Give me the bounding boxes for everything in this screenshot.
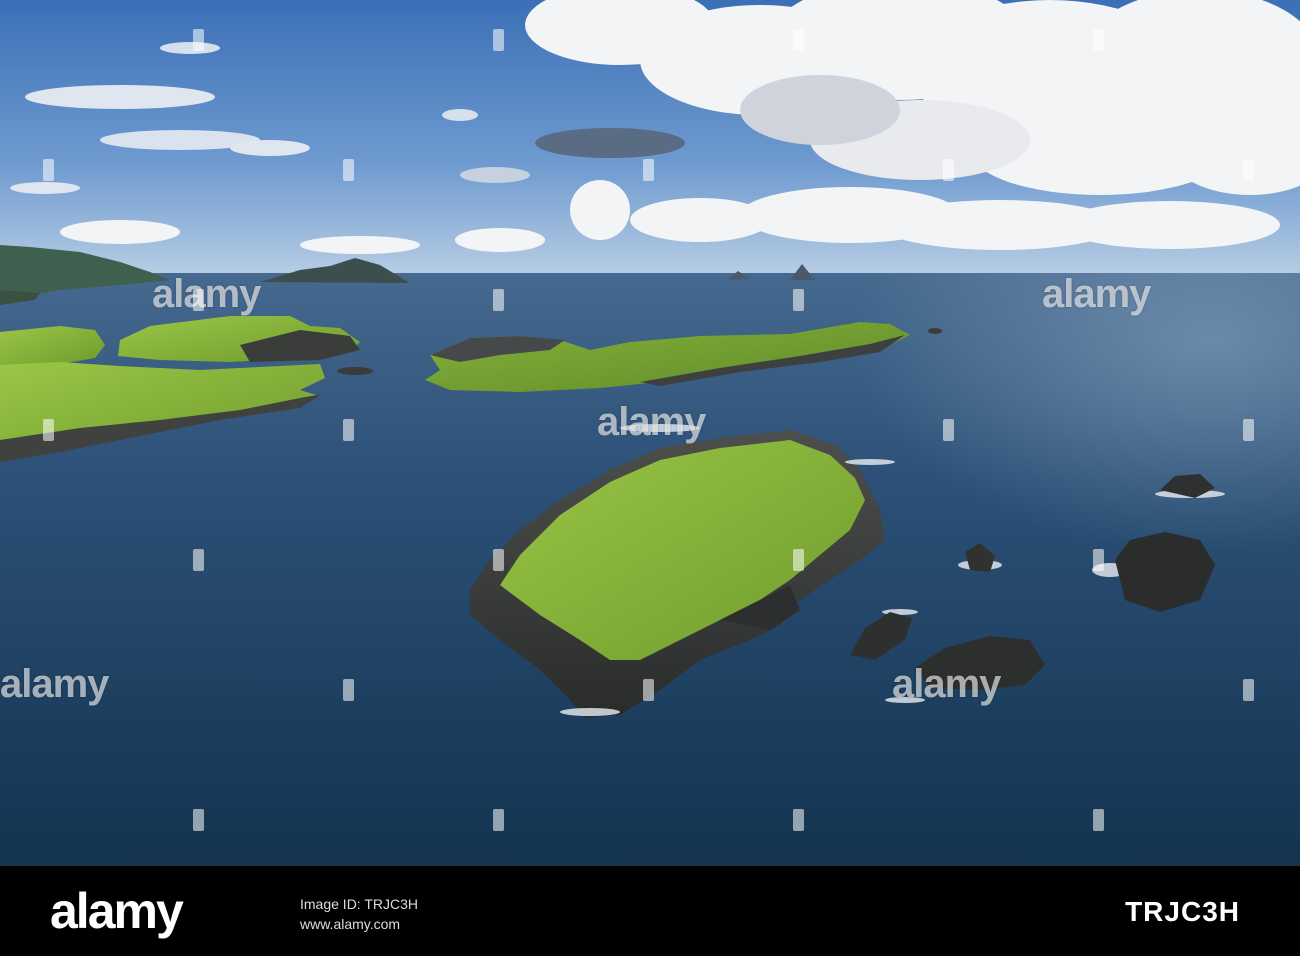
- footer-info: Image ID: TRJC3H www.alamy.com: [300, 894, 418, 934]
- brand-logo: alamy: [50, 883, 184, 939]
- small-rock: [337, 367, 373, 375]
- dark-cloud: [535, 128, 685, 158]
- image-id-label: TRJC3H: [1125, 896, 1240, 927]
- footer-image-id: Image ID: TRJC3H: [300, 896, 418, 912]
- stock-footer: alamy Image ID: TRJC3H www.alamy.com TRJ…: [0, 866, 1300, 956]
- photo: [0, 0, 1300, 866]
- landscape-photo: [0, 0, 1300, 866]
- footer-url: www.alamy.com: [300, 916, 401, 932]
- rock-2: [1115, 532, 1215, 612]
